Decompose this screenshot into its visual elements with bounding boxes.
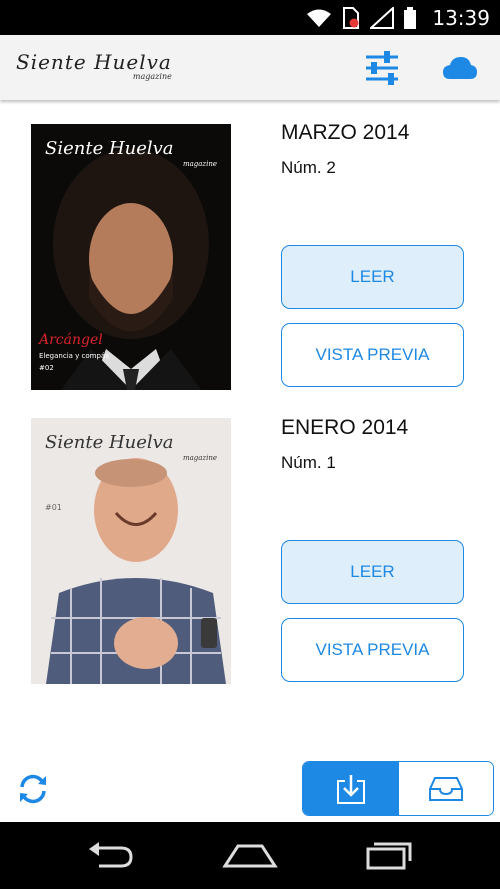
sim-no-service-icon: [343, 7, 359, 29]
view-toggle: [302, 761, 494, 816]
issue-item: Siente Huelva magazine #01 ENERO 2014 Nú…: [0, 395, 500, 685]
cover-masthead: Siente Huelva: [45, 138, 174, 159]
battery-icon: [404, 7, 416, 29]
read-button[interactable]: LEER: [281, 245, 464, 309]
inbox-tab[interactable]: [399, 762, 493, 815]
read-button[interactable]: LEER: [281, 540, 464, 604]
status-time: 13:39: [432, 6, 490, 30]
home-icon: [222, 844, 278, 868]
app-bar: Siente Huelva magazine: [0, 35, 500, 100]
refresh-button[interactable]: [16, 772, 50, 806]
cloud-icon: [443, 57, 477, 79]
refresh-icon: [20, 774, 46, 804]
issue-number: Núm. 2: [281, 158, 336, 177]
app-logo: Siente Huelva magazine: [16, 50, 172, 81]
filter-button[interactable]: [362, 50, 402, 86]
logo-subtitle: magazine: [132, 72, 172, 81]
wifi-icon: [307, 9, 331, 27]
system-nav-bar: [0, 822, 500, 889]
cover-masthead: Siente Huelva: [45, 432, 174, 453]
back-icon: [89, 842, 133, 868]
cover-issue-tag: #02: [39, 364, 54, 372]
preview-button[interactable]: VISTA PREVIA: [281, 618, 464, 682]
cover-tagline: Elegancia y compás: [39, 352, 109, 360]
issue-title: ENERO 2014: [281, 416, 409, 439]
recents-button[interactable]: [364, 840, 414, 875]
filter-sliders-icon: [366, 51, 398, 85]
issue-cover[interactable]: Siente Huelva magazine #01: [31, 418, 231, 684]
cover-name: Arcángel: [37, 332, 103, 348]
downloads-tab[interactable]: [303, 762, 399, 815]
bottom-bar: [0, 752, 500, 822]
issue-cover[interactable]: Siente Huelva magazine Arcángel Eleganci…: [31, 124, 231, 390]
back-button[interactable]: [85, 840, 135, 875]
download-icon: [337, 774, 365, 804]
issue-number: Núm. 1: [281, 453, 336, 472]
status-bar: 13:39: [0, 0, 500, 35]
issue-title: MARZO 2014: [281, 121, 410, 144]
status-icons: [306, 6, 416, 30]
logo-text: Siente Huelva: [16, 50, 172, 74]
issue-item: Siente Huelva magazine Arcángel Eleganci…: [0, 100, 500, 390]
signal-icon: [370, 7, 394, 29]
issue-list[interactable]: Siente Huelva magazine Arcángel Eleganci…: [0, 100, 500, 752]
recents-icon: [366, 842, 412, 870]
inbox-icon: [429, 776, 463, 801]
cover-masthead-sub: magazine: [183, 454, 217, 462]
cover-issue-tag: #01: [45, 503, 62, 512]
cloud-button[interactable]: [442, 53, 478, 83]
cover-masthead-sub: magazine: [183, 160, 217, 168]
home-button[interactable]: [222, 840, 278, 875]
preview-button[interactable]: VISTA PREVIA: [281, 323, 464, 387]
